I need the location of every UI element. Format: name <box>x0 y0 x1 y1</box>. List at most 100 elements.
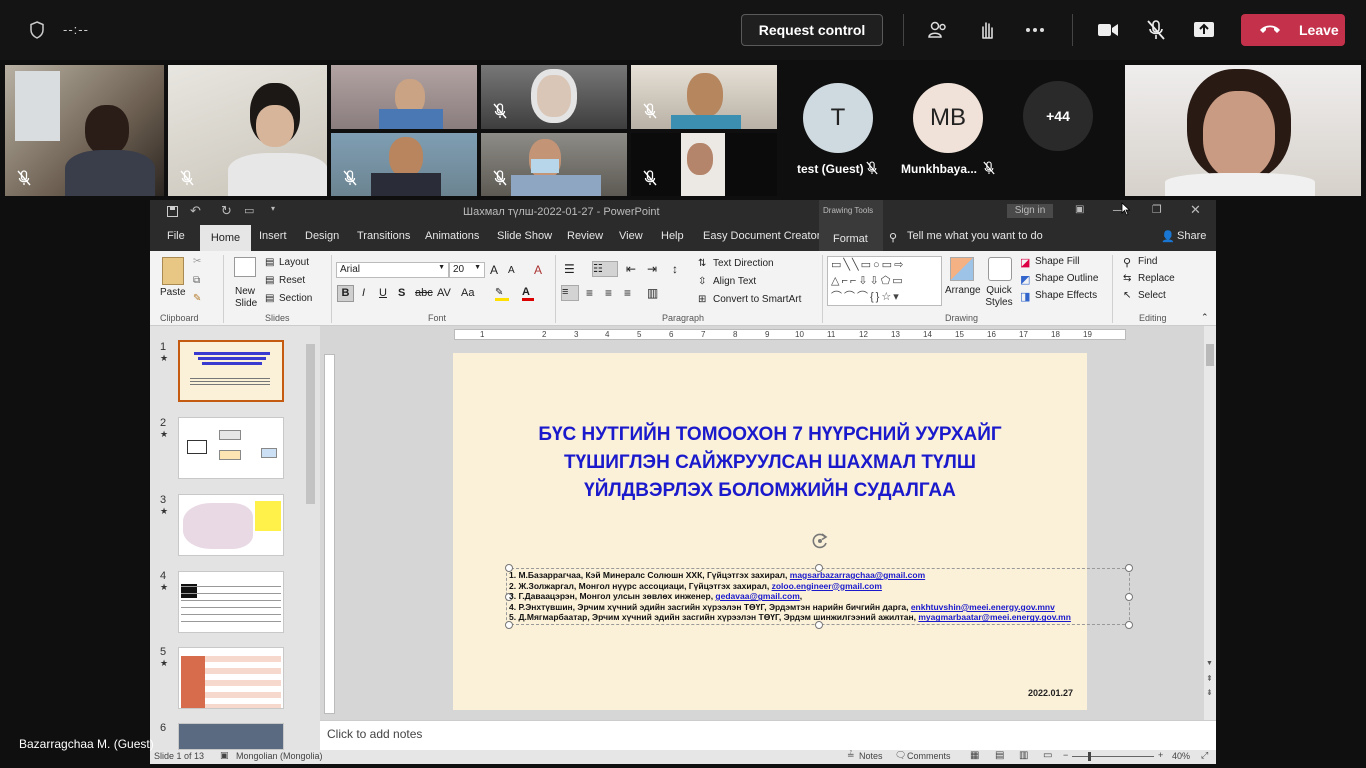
format-painter-icon[interactable]: ✎ <box>193 293 201 304</box>
request-control-button[interactable]: Request control <box>741 14 883 46</box>
find-button[interactable]: Find <box>1138 256 1157 267</box>
align-text-button[interactable]: Align Text <box>713 276 756 287</box>
slide-thumbnail-1[interactable] <box>178 340 284 402</box>
strikethrough-icon[interactable]: abc <box>415 287 433 299</box>
tab-help[interactable]: Help <box>661 230 684 242</box>
columns-icon[interactable]: ▥ <box>647 286 658 300</box>
leave-button[interactable]: Leave <box>1241 14 1345 46</box>
share-screen-icon[interactable] <box>1192 18 1216 42</box>
comments-button[interactable]: Comments <box>907 751 951 761</box>
copy-icon[interactable]: ⧉ <box>193 275 200 286</box>
tab-view[interactable]: View <box>619 230 643 242</box>
notes-pane[interactable]: Click to add notes <box>320 720 1216 750</box>
participant-video-4[interactable] <box>331 133 477 196</box>
slide-thumbnail-5[interactable] <box>178 647 284 709</box>
tab-design[interactable]: Design <box>305 230 339 242</box>
customize-toolbar-icon[interactable]: ▾ <box>271 204 275 213</box>
thumbnails-scrollbar[interactable] <box>306 344 315 504</box>
slide-thumbnail-6[interactable] <box>178 723 284 750</box>
tab-home[interactable]: Home <box>200 225 251 251</box>
mic-muted-icon[interactable] <box>1144 18 1168 42</box>
start-from-beginning-icon[interactable]: ▭ <box>244 204 254 217</box>
reset-button[interactable]: Reset <box>279 275 305 286</box>
slideshow-view-icon[interactable]: ▭ <box>1043 750 1052 761</box>
more-participants-button[interactable]: +44 <box>1023 81 1093 151</box>
tab-easy-document-creator[interactable]: Easy Document Creator <box>703 230 820 242</box>
tab-transitions[interactable]: Transitions <box>357 230 410 242</box>
line-spacing-icon[interactable]: ↕ <box>672 262 678 276</box>
participant-video-7[interactable] <box>631 65 777 129</box>
normal-view-icon[interactable]: ▦ <box>970 750 979 761</box>
decrease-font-icon[interactable]: A <box>508 265 515 276</box>
tab-slide-show[interactable]: Slide Show <box>497 230 552 242</box>
raise-hand-icon[interactable] <box>975 18 999 42</box>
layout-button[interactable]: Layout <box>279 257 309 268</box>
new-slide-button[interactable]: New Slide <box>235 286 265 310</box>
font-color-icon[interactable]: A <box>522 286 534 301</box>
fit-to-window-icon[interactable]: ⤢ <box>1201 750 1208 761</box>
next-slide-icon[interactable]: ⇟ <box>1206 688 1213 697</box>
slide-thumbnail-2[interactable] <box>178 417 284 479</box>
justify-icon[interactable]: ≡ <box>624 286 631 300</box>
reading-view-icon[interactable]: ▥ <box>1019 750 1028 761</box>
convert-smartart-button[interactable]: Convert to SmartArt <box>713 294 801 305</box>
text-direction-button[interactable]: Text Direction <box>713 258 774 269</box>
participant-video-6[interactable] <box>481 133 627 196</box>
undo-icon[interactable]: ↶ <box>190 203 201 219</box>
highlight-icon[interactable]: ✎ <box>495 287 509 301</box>
bullets-icon[interactable]: ☰ <box>564 262 575 276</box>
quick-styles-button[interactable]: Quick Styles <box>984 285 1014 309</box>
shape-effects-button[interactable]: Shape Effects <box>1035 290 1097 301</box>
align-left-icon[interactable]: ≡ <box>561 285 579 301</box>
slide-thumbnail-3[interactable] <box>178 494 284 556</box>
notes-button[interactable]: Notes <box>859 751 883 761</box>
shapes-gallery[interactable]: ▭╲╲▭○▭⇨ △⌐⌐⇩⇩⬠▭ ⌒⌒⌒{}☆▾ <box>827 256 942 306</box>
participant-video-9[interactable] <box>1125 65 1361 196</box>
numbering-icon[interactable]: ☷ <box>592 261 618 277</box>
author-email-link[interactable]: gedavaa@gmail.com <box>715 591 799 601</box>
underline-icon[interactable]: U <box>379 287 387 299</box>
scroll-down-icon[interactable]: ▼ <box>1206 660 1213 667</box>
increase-font-icon[interactable]: A <box>490 263 498 277</box>
align-center-icon[interactable]: ≡ <box>586 286 593 300</box>
author-email-link[interactable]: myagmarbaatar@meei.energy.gov.mn <box>918 612 1071 622</box>
more-options-icon[interactable] <box>1023 18 1047 42</box>
author-email-link[interactable]: magsarbazarragchaa@gmail.com <box>790 570 925 580</box>
slide-title[interactable]: БҮС НУТГИЙН ТОМООХОН 7 НҮҮРСНИЙ УУРХАЙГ … <box>473 421 1067 505</box>
increase-indent-icon[interactable]: ⇥ <box>647 262 657 276</box>
participant-video-5[interactable] <box>481 65 627 129</box>
tab-animations[interactable]: Animations <box>425 230 479 242</box>
italic-icon[interactable]: I <box>362 287 365 299</box>
font-name-box[interactable]: Arial ▼ <box>336 262 449 278</box>
zoom-out-icon[interactable]: − <box>1063 750 1068 760</box>
close-icon[interactable]: ✕ <box>1190 202 1201 218</box>
collapse-ribbon-icon[interactable]: ⌃ <box>1201 312 1209 323</box>
sign-in-button[interactable]: Sign in <box>1007 204 1053 218</box>
author-email-link[interactable]: enkhtuvshin@meei.energy.gov.mnv <box>911 602 1055 612</box>
zoom-slider-thumb[interactable] <box>1088 752 1091 761</box>
language-indicator[interactable]: Mongolian (Mongolia) <box>236 751 323 761</box>
redo-icon[interactable]: ↻ <box>221 203 232 219</box>
participant-avatar[interactable]: MB <box>913 83 983 153</box>
cut-icon[interactable]: ✂ <box>193 256 201 267</box>
slide-sorter-icon[interactable]: ▤ <box>995 750 1004 761</box>
ribbon-display-icon[interactable]: ▣ <box>1075 204 1084 215</box>
people-icon[interactable] <box>926 18 950 42</box>
previous-slide-icon[interactable]: ⇞ <box>1206 674 1213 683</box>
save-icon[interactable] <box>167 206 178 217</box>
section-button[interactable]: Section <box>279 293 312 304</box>
font-size-box[interactable]: 20 ▼ <box>449 262 485 278</box>
tab-file[interactable]: File <box>167 230 185 242</box>
clear-formatting-icon[interactable]: A <box>534 263 542 277</box>
camera-icon[interactable] <box>1096 18 1120 42</box>
tab-review[interactable]: Review <box>567 230 603 242</box>
tab-insert[interactable]: Insert <box>259 230 287 242</box>
zoom-level[interactable]: 40% <box>1172 751 1190 761</box>
shape-outline-button[interactable]: Shape Outline <box>1035 273 1098 284</box>
slide[interactable]: БҮС НУТГИЙН ТОМООХОН 7 НҮҮРСНИЙ УУРХАЙГ … <box>453 353 1133 710</box>
decrease-indent-icon[interactable]: ⇤ <box>626 262 636 276</box>
resize-handle[interactable] <box>1125 621 1133 629</box>
arrange-icon[interactable] <box>950 257 974 281</box>
quick-styles-icon[interactable] <box>988 257 1012 281</box>
zoom-slider[interactable] <box>1072 756 1154 757</box>
